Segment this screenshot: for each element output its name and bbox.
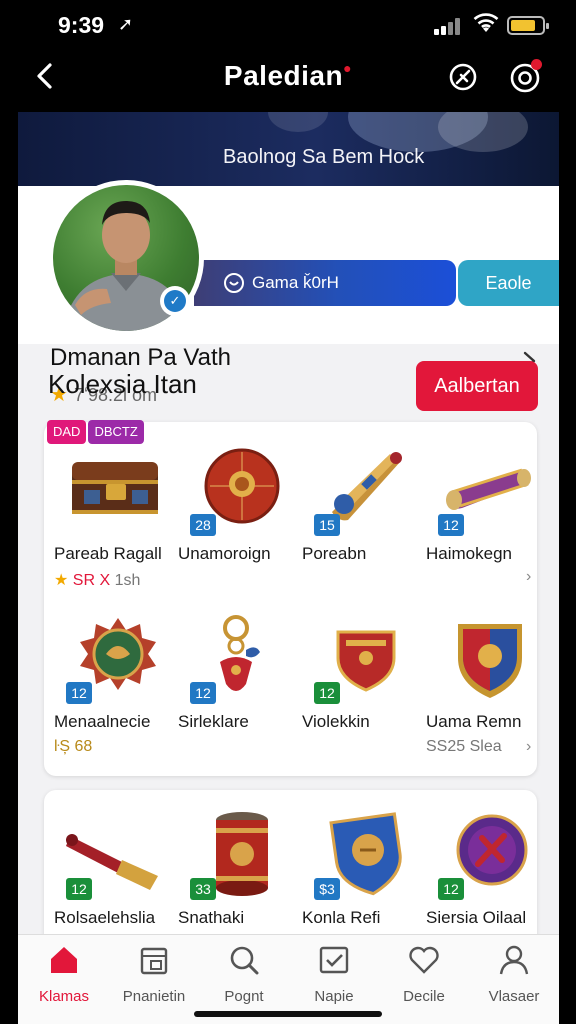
- collection-card: DAD DBCTZ Pareab Ragall ★ SR X 1sh 28 Un…: [44, 420, 537, 776]
- primary-action-button[interactable]: Gama ǩ0rH: [194, 260, 456, 306]
- notification-badge: [531, 59, 542, 70]
- battery-icon: [507, 16, 549, 35]
- level-badge: 12: [66, 682, 92, 704]
- banner-text: Baolnog Sa Bem Hock: [223, 146, 425, 168]
- checkbox-icon: [319, 946, 349, 974]
- level-badge: 12: [190, 682, 216, 704]
- item-name: Siersia Oilaal: [426, 908, 527, 927]
- top-nav-bar: Paledian●: [0, 52, 576, 112]
- treasure-chest-icon: [72, 462, 158, 514]
- item-name: Uama Remn: [426, 712, 522, 731]
- section-action-button[interactable]: Aalbertan: [416, 361, 538, 411]
- tab-label: Pognt: [224, 988, 264, 1005]
- level-badge: 15: [314, 514, 340, 536]
- main-content: Baolnog Sa Bem Hock Gama ǩ0rH Eaole ✓ Dm…: [18, 112, 559, 1024]
- app-title-text: Paledian: [223, 60, 344, 91]
- secondary-action-button[interactable]: Eaole: [458, 260, 559, 306]
- level-badge: 12: [438, 878, 464, 900]
- list-item[interactable]: Uama Remn SS25 Slea ›: [426, 608, 548, 768]
- item-name: Haimokegn: [426, 544, 512, 563]
- item-name: Konla Refi: [302, 908, 381, 927]
- cellular-signal-icon: [434, 17, 464, 35]
- item-meta: ★ SR X 1sh: [54, 570, 140, 590]
- item-name: Rolsaelehslia: [54, 908, 156, 927]
- item-meta: ŀȘ 68: [54, 738, 92, 756]
- level-badge: 12: [314, 682, 340, 704]
- title-mark: ●: [343, 60, 353, 76]
- tab-label: Vlasaer: [488, 988, 540, 1005]
- tab-label: Klamas: [38, 988, 90, 1005]
- primary-action-label: Gama ǩ0rH: [252, 273, 339, 292]
- profile-card: Gama ǩ0rH Eaole ✓ Dmanan Pa Vath ★ 7ʻ98.2…: [18, 180, 559, 406]
- item-name: Violekkin: [302, 712, 370, 731]
- level-badge: $3: [314, 878, 340, 900]
- item-name: Menaalnecie: [54, 712, 151, 731]
- profile-icon: [499, 945, 529, 975]
- list-item[interactable]: 28 Unamoroign: [178, 440, 300, 600]
- level-badge: 33: [190, 878, 216, 900]
- item-name: Snathaki: [178, 908, 245, 927]
- rarity-label: SR X: [72, 572, 111, 589]
- tab-tasks[interactable]: Napie: [288, 943, 380, 1005]
- verified-icon: ✓: [160, 286, 190, 316]
- chevron-right-icon[interactable]: ›: [526, 738, 531, 756]
- follow-icon: [224, 273, 244, 293]
- tab-favorites[interactable]: Decile: [378, 943, 470, 1005]
- chevron-right-icon[interactable]: ›: [526, 568, 531, 586]
- list-item[interactable]: 12 Sirleklare: [178, 608, 300, 768]
- verified-mark: ✓: [164, 290, 186, 312]
- level-badge: 12: [438, 514, 464, 536]
- list-item[interactable]: 12 Menaalnecie ŀȘ 68: [54, 608, 176, 768]
- tab-label: Napie: [314, 988, 354, 1005]
- level-badge: 28: [190, 514, 216, 536]
- list-item[interactable]: Pareab Ragall ★ SR X 1sh: [54, 440, 176, 600]
- star-icon: ★: [54, 572, 69, 589]
- location-arrow-icon: ➚: [118, 14, 134, 34]
- phone-screen: 9:39 ➚ Paledian● Baolnog Sa Bem Hock Gam…: [0, 0, 576, 1024]
- list-item[interactable]: 12 Haimokegn ›: [426, 440, 548, 600]
- tab-label: Decile: [403, 988, 445, 1005]
- tab-calendar[interactable]: Pnanietin: [108, 943, 200, 1005]
- list-item[interactable]: 12 Violekkin: [302, 608, 424, 768]
- item-name: Pareab Ragall: [54, 544, 162, 563]
- tab-search[interactable]: Pognt: [198, 943, 290, 1005]
- app-title: Paledian●: [0, 60, 576, 92]
- tab-home[interactable]: Klamas: [18, 943, 110, 1005]
- wifi-icon: [473, 13, 499, 32]
- item-meta-text: ŀȘ 68: [54, 738, 93, 755]
- home-icon: [51, 947, 77, 973]
- item-name: Poreabn: [302, 544, 367, 563]
- search-icon: [230, 946, 259, 975]
- status-time: 9:39: [58, 12, 105, 38]
- item-meta: SS25 Slea: [426, 738, 502, 756]
- tab-label: Pnanietin: [122, 988, 186, 1005]
- item-name: Unamoroign: [178, 544, 271, 563]
- list-item[interactable]: 15 Poreabn: [302, 440, 424, 600]
- crest-shield-icon: [458, 624, 522, 698]
- item-meta-text: 1sh: [114, 572, 141, 589]
- item-meta-text: SS25 Slea: [426, 738, 502, 755]
- settings-icon[interactable]: [509, 59, 542, 94]
- home-indicator[interactable]: [194, 1011, 382, 1017]
- calendar-icon: [140, 947, 168, 975]
- heart-icon: [409, 946, 439, 974]
- section-title: Kolexsia Itan: [48, 369, 197, 399]
- status-bar: 9:39 ➚: [0, 0, 576, 52]
- tab-profile[interactable]: Vlasaer: [468, 943, 560, 1005]
- search-icon[interactable]: [448, 62, 478, 92]
- level-badge: 12: [66, 878, 92, 900]
- profile-name: Dmanan Pa Vath: [50, 344, 231, 371]
- item-name: Sirleklare: [178, 712, 249, 731]
- profile-banner: Baolnog Sa Bem Hock: [18, 112, 559, 188]
